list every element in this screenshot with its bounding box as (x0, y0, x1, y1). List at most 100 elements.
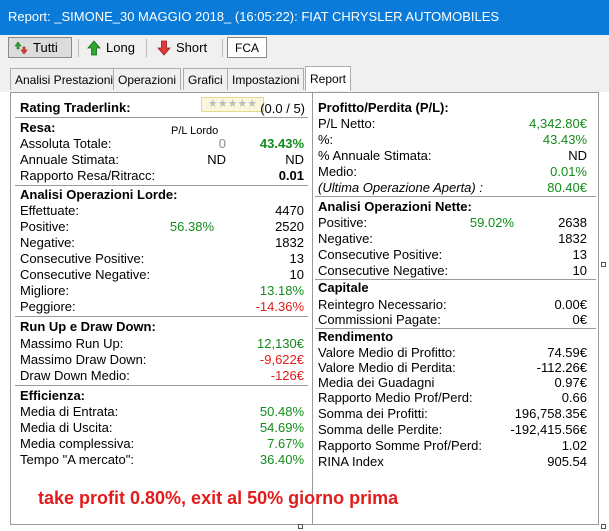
runup-row-label: Massimo Draw Down: (20, 352, 147, 367)
nette-row-label: Negative: (318, 231, 373, 246)
resize-handle[interactable] (601, 524, 606, 529)
pl-row-label: %: (318, 132, 334, 147)
lorde-row-label: Peggiore: (20, 299, 76, 314)
efficienza-row-label: Media di Entrata: (20, 404, 119, 419)
pl-lordo-header: P/L Lordo (171, 125, 219, 137)
resa-row-value: ND (285, 152, 304, 167)
rendimento-row-value: 74.59€ (547, 345, 587, 360)
efficienza-row-value: 36.40% (259, 452, 304, 467)
rendimento-row-label: Somma dei Profitti: (318, 406, 428, 421)
tab-impostazioni[interactable]: Impostazioni (227, 68, 305, 90)
section-divider (15, 385, 308, 386)
toolbar-separator (78, 39, 79, 57)
runup-row-label: Draw Down Medio: (20, 368, 130, 383)
toolbar-separator (222, 39, 223, 57)
efficienza-header: Efficienza: (20, 388, 86, 403)
lorde-row-label: Consecutive Negative: (20, 267, 151, 282)
annotation-note: take profit 0.80%, exit al 50% giorno pr… (38, 488, 399, 508)
pl-row-value: 0.01% (550, 164, 587, 179)
lorde-row-value: 1832 (275, 235, 304, 250)
long-label: Long (106, 40, 135, 55)
toolbar-separator (146, 39, 147, 57)
resa-row-value: 43.43% (259, 136, 304, 151)
runup-header: Run Up e Draw Down: (20, 319, 156, 334)
tab-report[interactable]: Report (305, 66, 352, 91)
efficienza-row-value: 54.69% (259, 420, 304, 435)
symbol-field[interactable]: FCA (227, 37, 267, 58)
pl-row-value: 80.40€ (547, 180, 587, 195)
column-divider (312, 93, 313, 524)
pl-row-value: 43.43% (542, 132, 587, 147)
resa-row-label: Rapporto Resa/Ritracc: (20, 168, 156, 183)
section-divider (15, 117, 308, 118)
resize-handle[interactable] (298, 524, 303, 529)
lorde-row-value: 13.18% (259, 283, 304, 298)
rating-stars-icon: ★★★★★ (201, 97, 264, 112)
rating-score: (0.0 / 5) (260, 101, 305, 116)
tab-bar: Analisi Prestazioni Operazioni Grafici I… (0, 62, 609, 92)
rendimento-row-value: -192,415.56€ (510, 422, 587, 437)
resa-row-lordo: 0 (218, 136, 226, 151)
pl-row-label: P/L Netto: (318, 116, 376, 131)
nette-header: Analisi Operazioni Nette: (318, 199, 472, 214)
resa-row-label: Annuale Stimata: (20, 152, 120, 167)
efficienza-row-value: 7.67% (267, 436, 304, 451)
long-button[interactable]: Long (82, 37, 142, 58)
rendimento-row-value: 905.54 (547, 454, 587, 469)
resize-handle[interactable] (601, 262, 606, 267)
tutti-button[interactable]: Tutti (8, 37, 72, 58)
resa-header: Resa: (20, 120, 56, 135)
tutti-label: Tutti (33, 40, 58, 55)
tab-grafici[interactable]: Grafici (183, 68, 228, 90)
rendimento-row-label: Somma delle Perdite: (318, 422, 443, 437)
resa-row-label: Assoluta Totale: (20, 136, 112, 151)
rendimento-row-value: 1.02 (561, 438, 587, 453)
section-divider (15, 316, 308, 317)
rendimento-row-label: Rapporto Somme Prof/Perd: (318, 438, 483, 453)
efficienza-row-label: Media complessiva: (20, 436, 135, 451)
report-panel: Rating Traderlink: ★★★★★ (0.0 / 5) Resa:… (10, 92, 599, 525)
pl-row-label: % Annuale Stimata: (318, 148, 432, 163)
lorde-row-label: Migliore: (20, 283, 70, 298)
capitale-row-label: Commissioni Pagate: (318, 312, 441, 327)
tab-analisi-prestazioni[interactable]: Analisi Prestazioni (10, 68, 119, 90)
nette-row-value: 13 (572, 247, 587, 262)
rendimento-row-value: 0.66 (561, 390, 587, 405)
runup-row-label: Massimo Run Up: (20, 336, 124, 351)
efficienza-row-value: 50.48% (259, 404, 304, 419)
lorde-row-label: Negative: (20, 235, 75, 250)
up-arrow-icon (87, 39, 101, 55)
rendimento-row-value: -112.26€ (536, 360, 587, 375)
short-button[interactable]: Short (152, 37, 218, 58)
capitale-row-value: 0€ (572, 312, 587, 327)
efficienza-row-label: Tempo "A mercato": (20, 452, 134, 467)
rendimento-row-label: Valore Medio di Perdita: (318, 360, 456, 375)
capitale-header: Capitale (318, 280, 369, 295)
pl-row-value: 4,342.80€ (529, 116, 587, 131)
short-label: Short (176, 40, 208, 55)
resa-row-lordo: ND (207, 152, 226, 167)
section-divider (315, 196, 596, 197)
rendimento-row-label: Media dei Guadagni (318, 375, 435, 390)
rendimento-row-label: Rapporto Medio Prof/Perd: (318, 390, 473, 405)
toolbar: Tutti Long Short FCA (0, 35, 609, 62)
rendimento-row-label: Valore Medio di Profitto: (318, 345, 456, 360)
section-divider (15, 185, 308, 186)
pl-row-label: Medio: (318, 164, 358, 179)
down-arrow-icon (157, 40, 171, 56)
resa-row-value: 0.01 (278, 168, 304, 183)
nette-row-value: 1832 (558, 231, 587, 246)
lorde-row-pct: 56.38% (169, 219, 214, 234)
nette-row-value: 10 (572, 263, 587, 278)
up-down-arrows-icon (14, 41, 28, 54)
lorde-row-label: Positive: (20, 219, 70, 234)
tab-operazioni[interactable]: Operazioni (113, 68, 182, 90)
lorde-row-value: 2520 (275, 219, 304, 234)
lorde-row-value: 4470 (275, 203, 304, 218)
lorde-row-label: Effettuate: (20, 203, 80, 218)
window-title: Report: _SIMONE_30 MAGGIO 2018_ (16:05:2… (0, 0, 609, 35)
rendimento-row-value: 196,758.35€ (514, 406, 587, 421)
lorde-header: Analisi Operazioni Lorde: (20, 187, 178, 202)
pl-row-value: ND (568, 148, 587, 163)
lorde-row-value: 13 (289, 251, 304, 266)
